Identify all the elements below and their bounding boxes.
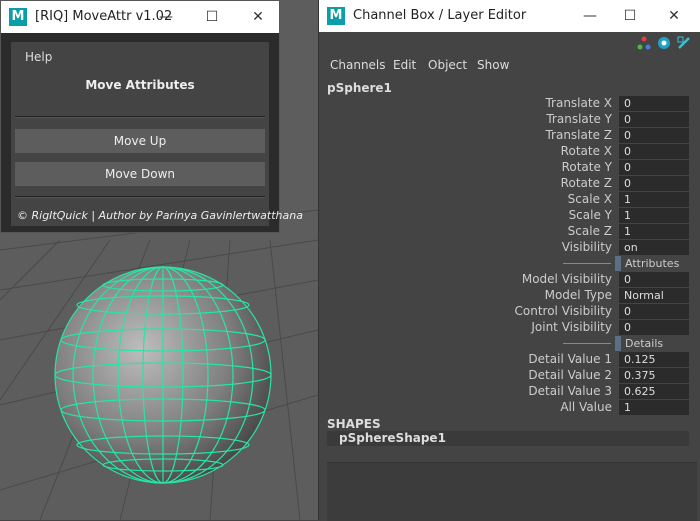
- moveattr-heading: Move Attributes: [85, 78, 195, 92]
- attribute-label[interactable]: Translate Y: [546, 112, 612, 126]
- shape-row[interactable]: pSphereShape1: [327, 431, 689, 446]
- close-icon[interactable]: ✕: [243, 5, 273, 29]
- section-divider: [563, 263, 611, 264]
- moveattr-titlebar[interactable]: M [RIQ] MoveAttr v1.02 — ☐ ✕: [1, 1, 279, 33]
- minimize-icon[interactable]: —: [151, 5, 181, 29]
- attribute-label[interactable]: Model Visibility: [522, 272, 612, 286]
- attribute-value-field[interactable]: 1: [619, 208, 689, 223]
- channel-box-title: Channel Box / Layer Editor: [353, 8, 527, 23]
- move-down-button[interactable]: Move Down: [15, 162, 265, 186]
- shape-name: pSphereShape1: [339, 431, 446, 445]
- channel-box-window[interactable]: M Channel Box / Layer Editor — ☐ ✕ Chann…: [318, 0, 700, 521]
- attribute-label[interactable]: Model Type: [545, 288, 612, 302]
- attribute-label[interactable]: Detail Value 2: [528, 368, 612, 382]
- tool-settings-icon[interactable]: [677, 36, 691, 50]
- attribute-value-field[interactable]: 0.625: [619, 384, 689, 399]
- attribute-label[interactable]: Scale Z: [568, 224, 612, 238]
- close-icon[interactable]: ✕: [659, 4, 689, 28]
- attribute-value-field[interactable]: 1: [619, 192, 689, 207]
- attribute-label[interactable]: Rotate Y: [562, 160, 612, 174]
- attribute-value-field[interactable]: 1: [619, 400, 689, 415]
- attribute-label[interactable]: Scale X: [568, 192, 612, 206]
- menu-edit[interactable]: Edit: [393, 58, 416, 72]
- attribute-label[interactable]: Rotate X: [561, 144, 612, 158]
- attribute-label[interactable]: All Value: [560, 400, 612, 414]
- section-divider: [563, 343, 611, 344]
- move-up-button[interactable]: Move Up: [15, 129, 265, 153]
- attribute-value-field[interactable]: 0: [619, 144, 689, 159]
- maximize-icon[interactable]: ☐: [197, 5, 227, 29]
- help-menu[interactable]: Help: [25, 50, 52, 64]
- section-marker: [615, 256, 621, 271]
- maya-logo-icon: M: [9, 8, 27, 26]
- attribute-value-field[interactable]: 0: [619, 176, 689, 191]
- shapes-heading: SHAPES: [327, 417, 381, 431]
- menu-show[interactable]: Show: [477, 58, 509, 72]
- attribute-value-field[interactable]: 0: [619, 96, 689, 111]
- attribute-label[interactable]: Translate X: [545, 96, 612, 110]
- attribute-value-field[interactable]: on: [619, 240, 689, 255]
- section-marker: [615, 336, 621, 351]
- menu-object[interactable]: Object: [428, 58, 467, 72]
- attribute-label[interactable]: Detail Value 3: [528, 384, 612, 398]
- minimize-icon[interactable]: —: [575, 4, 605, 28]
- maximize-icon[interactable]: ☐: [615, 4, 645, 28]
- sphere-mesh[interactable]: [54, 266, 272, 484]
- author-footer: © RigItQuick | Author by Parinya Gavinle…: [17, 209, 303, 222]
- maya-logo-icon: M: [327, 7, 345, 25]
- channel-box-titlebar[interactable]: M Channel Box / Layer Editor — ☐ ✕: [319, 0, 700, 32]
- moveattr-panel: Help Move Attributes Move Up Move Down ©…: [11, 42, 303, 226]
- attribute-label[interactable]: Control Visibility: [515, 304, 612, 318]
- attribute-label[interactable]: Rotate Z: [561, 176, 612, 190]
- separator: [15, 196, 265, 198]
- attribute-label[interactable]: Visibility: [562, 240, 612, 254]
- attribute-value-field[interactable]: 0: [619, 128, 689, 143]
- section-label[interactable]: Attributes: [625, 257, 679, 270]
- attribute-value-field[interactable]: 0: [619, 304, 689, 319]
- attribute-value-field[interactable]: 0: [619, 112, 689, 127]
- moveattr-window[interactable]: M [RIQ] MoveAttr v1.02 — ☐ ✕ Help Move A…: [0, 0, 303, 233]
- attribute-label[interactable]: Joint Visibility: [531, 320, 612, 334]
- attribute-editor-icon[interactable]: [657, 36, 671, 50]
- layer-editor-panel: [327, 462, 697, 521]
- object-name[interactable]: pSphere1: [327, 81, 392, 95]
- attribute-value-field[interactable]: 0: [619, 320, 689, 335]
- attribute-value-field[interactable]: 0: [619, 160, 689, 175]
- menu-channels[interactable]: Channels: [330, 58, 386, 72]
- attribute-value-field[interactable]: 0: [619, 272, 689, 287]
- channel-box-toggle-icon[interactable]: [637, 36, 651, 50]
- attribute-label[interactable]: Scale Y: [569, 208, 612, 222]
- separator: [15, 116, 265, 118]
- attribute-value-field[interactable]: Normal: [619, 288, 689, 303]
- section-label[interactable]: Details: [625, 337, 663, 350]
- attribute-label[interactable]: Translate Z: [545, 128, 612, 142]
- attribute-value-field[interactable]: 0.125: [619, 352, 689, 367]
- attribute-value-field[interactable]: 1: [619, 224, 689, 239]
- attribute-label[interactable]: Detail Value 1: [528, 352, 612, 366]
- attribute-value-field[interactable]: 0.375: [619, 368, 689, 383]
